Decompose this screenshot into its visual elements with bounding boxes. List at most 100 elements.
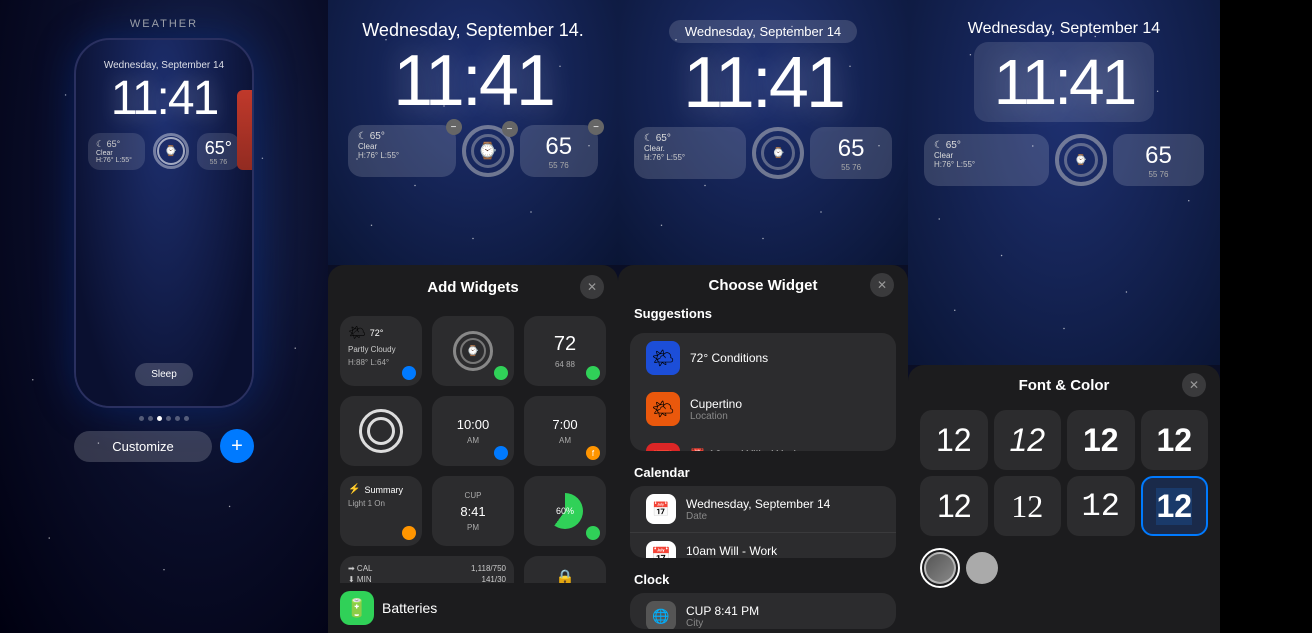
sug-text-work: 📅 10am Will - Work Next Event xyxy=(690,448,799,452)
font-option-2[interactable]: 12 xyxy=(994,410,1062,470)
target-widget xyxy=(359,409,403,453)
sheet-title: Add Widgets xyxy=(427,279,519,296)
dot-5 xyxy=(175,416,180,421)
suggestions-box: 🌤 72° Conditions 🌤 Cupertino Location 📅 … xyxy=(630,333,896,451)
font-color-sheet: Font & Color ✕ 12 12 12 12 12 12 12 xyxy=(908,365,1220,633)
wc-badge-green2 xyxy=(586,366,600,380)
widget-cell-summary[interactable]: ⚡ Summary Light 1 On xyxy=(340,476,422,546)
suggestions-label: Suggestions xyxy=(618,302,908,329)
ci-event-text: 10am Will - Work Next Event xyxy=(686,544,777,559)
sug-icon-calendar: 📅 xyxy=(646,443,680,451)
dot-1 xyxy=(139,416,144,421)
phone-mockup: Wednesday, September 14 11:41 ☾ 65° Clea… xyxy=(74,38,254,408)
suggestion-conditions[interactable]: 🌤 72° Conditions xyxy=(630,333,896,383)
wc-badge-orange2 xyxy=(402,526,416,540)
p3-moon: ☾ 65° xyxy=(644,133,736,144)
wc-light: Light 1 On xyxy=(348,499,414,508)
customize-button[interactable]: Customize xyxy=(74,431,212,462)
wc-summary-row: ⚡ Summary xyxy=(348,484,414,495)
calendar-event-item[interactable]: 📅 10am Will - Work Next Event xyxy=(630,532,896,558)
font-option-7[interactable]: 12 xyxy=(1067,476,1135,536)
sheet-close-button[interactable]: ✕ xyxy=(580,275,604,299)
p3-ring: ⌚ xyxy=(752,127,804,179)
font-option-1[interactable]: 12 xyxy=(920,410,988,470)
ci-cal-text: Wednesday, September 14 Date xyxy=(686,497,830,522)
widget-cell-1000am[interactable]: 10:00 AM xyxy=(432,396,514,466)
clock-items-box: 🌐 CUP 8:41 PM City xyxy=(630,593,896,629)
widget-cell-72[interactable]: 72 64 88 xyxy=(524,316,606,386)
widget-cell-700am[interactable]: 7:00 AM f xyxy=(524,396,606,466)
batteries-label: Batteries xyxy=(382,600,437,616)
dot-3 xyxy=(157,416,162,421)
wc-badge-blue2 xyxy=(494,446,508,460)
sheet-title-3: Choose Widget xyxy=(708,277,817,294)
p3-ring-inner: ⌚ xyxy=(761,136,795,170)
sheet-title-row: Choose Widget ✕ xyxy=(618,265,908,302)
p1-time: 11:41 xyxy=(111,75,218,123)
panel-font-color: Wednesday, September 14 11:41 ☾ 65° Clea… xyxy=(908,0,1220,633)
calendar-section-header: Calendar xyxy=(618,455,908,482)
customize-row: Customize + xyxy=(74,429,254,463)
fc-close-button[interactable]: ✕ xyxy=(1182,373,1206,397)
stars-bg4 xyxy=(908,0,1220,365)
target-inner xyxy=(367,417,395,445)
widget-cell-security[interactable]: 🔒 Security No Alerts xyxy=(524,556,606,583)
wc-badge-orange: f xyxy=(586,446,600,460)
page-dots xyxy=(139,416,189,421)
wc-cup: CUP xyxy=(465,491,482,500)
color-swatch-blue[interactable] xyxy=(924,552,956,584)
p2-ring-wrap: ⌚ − xyxy=(462,125,514,177)
font-option-5[interactable]: 12 xyxy=(920,476,988,536)
color-swatch-gray[interactable] xyxy=(966,552,998,584)
watch-icon: ⌚ xyxy=(165,146,177,157)
wc-hilo1: H:88° L:64° xyxy=(348,358,414,367)
ring-widget: ⌚ xyxy=(453,331,493,371)
sleep-button[interactable]: Sleep xyxy=(135,363,193,386)
p3-lockscreen-top: Wednesday, September 14 11:41 ☾ 65° Clea… xyxy=(618,0,908,265)
panel-add-widgets: Wednesday, September 14. 11:41 ☾ 65° Cle… xyxy=(328,0,618,633)
panel-lockscreen: WEATHER Wednesday, September 14 11:41 ☾ … xyxy=(0,0,328,633)
wc-badge-green3 xyxy=(586,526,600,540)
p2-remove-ring[interactable]: − xyxy=(502,121,518,137)
font-option-6[interactable]: 12 xyxy=(994,476,1062,536)
choose-widget-close[interactable]: ✕ xyxy=(870,273,894,297)
font-option-4[interactable]: 12 xyxy=(1141,410,1209,470)
wc-badge-green xyxy=(494,366,508,380)
widget-cell-cup[interactable]: CUP 8:41 PM xyxy=(432,476,514,546)
sug-text-conditions: 72° Conditions xyxy=(690,351,768,365)
sheet-footer: 🔋 Batteries xyxy=(328,583,618,633)
choose-widget-sheet: Choose Widget ✕ Suggestions 🌤 72° Condit… xyxy=(618,265,908,633)
wc-cal-row: ➡ CAL1,118/750 xyxy=(348,564,506,573)
p1-ring-widget: ⌚ xyxy=(153,133,189,169)
wc-partly-cloudy: Partly Cloudy xyxy=(348,345,414,354)
dot-2 xyxy=(148,416,153,421)
p3-weather-widget: ☾ 65° Clear. H:76° L:55° xyxy=(634,127,746,179)
calendar-date-item[interactable]: 📅 Wednesday, September 14 Date xyxy=(630,486,896,532)
p1-num-widget: 65° 55 76 xyxy=(197,133,240,170)
suggestion-cupertino[interactable]: 🌤 Cupertino Location xyxy=(630,383,896,434)
widget-cell-60pct[interactable]: 60% xyxy=(524,476,606,546)
ci-globe-icon: 🌐 xyxy=(646,601,676,629)
p1-widget-weather: ☾ 65° Clear H:76° L:55° xyxy=(88,133,145,170)
p1-date: Wednesday, September 14 xyxy=(104,60,224,71)
phone-inner: Wednesday, September 14 11:41 ☾ 65° Clea… xyxy=(76,40,252,406)
wc-min-row: ⬇ MIN141/30 xyxy=(348,575,506,583)
widget-cell-target[interactable] xyxy=(340,396,422,466)
p2-widgets: ☾ 65° Clear H:76° L:55° − ⌚ − 65 55 76 − xyxy=(344,125,602,177)
weather-label: WEATHER xyxy=(130,18,198,30)
p2-moon-icon: ☾ 65° xyxy=(358,131,446,142)
fc-title: Font & Color xyxy=(1019,377,1110,394)
add-button[interactable]: + xyxy=(220,429,254,463)
widget-cell-weather[interactable]: 🌤 72° Partly Cloudy H:88° L:64° xyxy=(340,316,422,386)
font-option-3[interactable]: 12 xyxy=(1067,410,1135,470)
clock-cup-item[interactable]: 🌐 CUP 8:41 PM City xyxy=(630,593,896,629)
widget-cell-ring[interactable]: ⌚ xyxy=(432,316,514,386)
ci-cal-icon: 📅 xyxy=(646,494,676,524)
p2-remove-weather[interactable]: − xyxy=(446,119,462,135)
suggestion-work-event[interactable]: 📅 📅 10am Will - Work Next Event xyxy=(630,434,896,451)
ring-inner2: ⌚ xyxy=(460,338,486,364)
widget-cell-cal[interactable]: ➡ CAL1,118/750 ⬇ MIN141/30 ⬆ HRS17/12 xyxy=(340,556,514,583)
sug-icon-weather: 🌤 xyxy=(646,341,680,375)
font-option-8[interactable]: 12 xyxy=(1141,476,1209,536)
p2-remove-num[interactable]: − xyxy=(588,119,604,135)
